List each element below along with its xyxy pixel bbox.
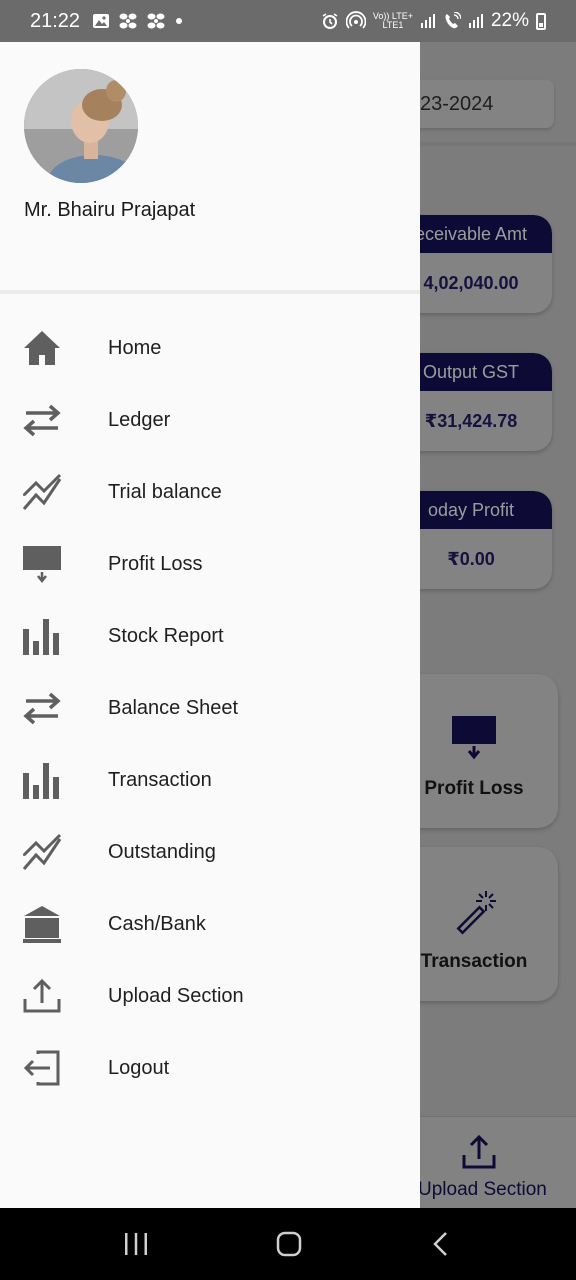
logout-icon [23, 1050, 60, 1086]
signal-icon-2 [468, 14, 483, 28]
menu-item-trial-balance[interactable]: Trial balance [0, 456, 420, 528]
monitor-down-icon [452, 716, 496, 760]
magic-wand-icon [456, 891, 496, 935]
tile-label: Transaction [420, 951, 528, 972]
wifi-call-icon [445, 12, 461, 29]
status-time: 21:22 [30, 9, 81, 32]
tile-label: Profit Loss [424, 778, 524, 799]
hotspot-icon [345, 11, 366, 29]
menu-item-stock-report[interactable]: Stock Report [0, 600, 420, 672]
bar-chart-icon [23, 763, 59, 799]
drawer-divider [0, 290, 420, 294]
menu-label: Outstanding [108, 840, 216, 863]
profile-photo [24, 69, 138, 183]
menu-label: Logout [108, 1056, 170, 1079]
navigation-drawer: Mr. Bhairu Prajapat Home Ledger Trial ba… [0, 42, 420, 1208]
dot-icon [176, 18, 183, 24]
network-type: Vo)) LTE+ LTE1 [372, 11, 413, 30]
user-name: Mr. Bhairu Prajapat [24, 199, 196, 221]
back-button[interactable] [429, 1230, 453, 1258]
menu-item-profit-loss[interactable]: Profit Loss [0, 528, 420, 600]
menu-item-ledger[interactable]: Ledger [0, 384, 420, 456]
menu-label: Stock Report [108, 624, 224, 647]
avatar[interactable] [24, 69, 138, 183]
menu-label: Trial balance [108, 480, 222, 503]
menu-label: Ledger [108, 408, 171, 431]
financial-year-selector: 23-2024 [400, 80, 554, 128]
trend-chart-icon [22, 833, 62, 870]
swap-arrows-icon [23, 404, 61, 437]
upload-icon [23, 978, 61, 1013]
trend-chart-icon [22, 473, 62, 510]
gallery-icon [93, 14, 110, 28]
home-button[interactable] [275, 1230, 303, 1258]
menu-item-transaction[interactable]: Transaction [0, 744, 420, 816]
signal-icon [420, 14, 435, 28]
bottom-tab-label: Upload Section [418, 1179, 547, 1200]
battery-percent: 22% [490, 10, 529, 31]
menu-item-home[interactable]: Home [0, 312, 420, 384]
swap-arrows-icon [23, 692, 61, 725]
recent-apps-button[interactable] [123, 1231, 149, 1257]
bank-icon [23, 906, 61, 943]
alarm-icon [322, 13, 338, 29]
drawer-menu: Home Ledger Trial balance Profit Loss St… [0, 312, 420, 1104]
fan-icon-2 [147, 13, 165, 29]
menu-item-cash-bank[interactable]: Cash/Bank [0, 888, 420, 960]
menu-label: Cash/Bank [108, 912, 206, 935]
fan-icon [119, 13, 137, 29]
upload-icon [462, 1134, 496, 1169]
bar-chart-icon [23, 619, 59, 655]
menu-label: Transaction [108, 768, 212, 791]
menu-item-logout[interactable]: Logout [0, 1032, 420, 1104]
menu-item-outstanding[interactable]: Outstanding [0, 816, 420, 888]
menu-label: Home [108, 336, 162, 359]
menu-label: Balance Sheet [108, 696, 239, 719]
battery-icon [536, 12, 546, 30]
monitor-down-icon [23, 546, 61, 583]
menu-item-balance-sheet[interactable]: Balance Sheet [0, 672, 420, 744]
system-nav-bar [0, 1208, 576, 1280]
home-icon [24, 331, 60, 365]
menu-item-upload-section[interactable]: Upload Section [0, 960, 420, 1032]
menu-label: Upload Section [108, 984, 244, 1007]
status-bar: 21:22 Vo)) LTE+ LTE1 22% [0, 0, 576, 42]
menu-label: Profit Loss [108, 552, 203, 575]
